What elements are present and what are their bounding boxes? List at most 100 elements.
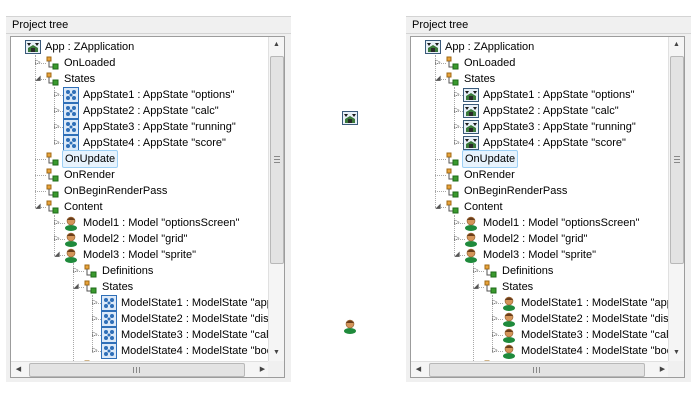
collapsed-arrow-icon[interactable]: ▷	[53, 107, 61, 115]
model-icon	[501, 343, 517, 359]
tree-node-label: Model1 : Model "optionsScreen"	[83, 217, 240, 229]
vertical-scrollbar[interactable]: ▲ ▼	[668, 37, 684, 361]
tree-node-label: OnRender	[64, 169, 115, 181]
expanded-arrow-icon[interactable]: ◢	[453, 251, 461, 259]
event-icon	[444, 55, 460, 71]
expanded-arrow-icon[interactable]: ◢	[34, 75, 42, 83]
horizontal-scrollbar[interactable]: ◀ ▶	[11, 361, 270, 377]
vertical-scrollbar[interactable]: ▲ ▼	[268, 37, 284, 361]
tree-node-label: ModelState3 : ModelState "calc'	[521, 329, 670, 341]
collapsed-arrow-icon[interactable]: ▷	[453, 123, 461, 131]
event-icon	[482, 263, 498, 279]
event-icon	[44, 167, 60, 183]
model-icon[interactable]	[342, 318, 358, 334]
collapsed-arrow-icon[interactable]: ▷	[53, 219, 61, 227]
scroll-left-icon[interactable]: ◀	[411, 362, 426, 377]
tree-node-label: AppState1 : AppState "options"	[83, 89, 235, 101]
expanded-arrow-icon[interactable]: ◢	[53, 251, 61, 259]
tree-node-label: Content	[64, 201, 103, 213]
event-icon	[444, 71, 460, 87]
tree-node-label: Content	[464, 201, 503, 213]
model-icon	[501, 295, 517, 311]
collapsed-arrow-icon[interactable]: ▷	[453, 107, 461, 115]
collapsed-arrow-icon[interactable]: ▷	[53, 123, 61, 131]
tree-node-label: Definitions	[502, 265, 554, 277]
collapsed-arrow-icon[interactable]: ▷	[434, 59, 442, 67]
collapsed-arrow-icon[interactable]: ▷	[453, 91, 461, 99]
model-icon	[463, 247, 479, 263]
scroll-down-icon[interactable]: ▼	[669, 345, 684, 361]
collapsed-arrow-icon[interactable]: ▷	[34, 59, 42, 67]
tree-frame: App : ZApplication ▷ OnLoaded ◢ States ▷ AppSt…	[10, 36, 285, 378]
event-icon	[444, 151, 460, 167]
tree-node-label: States	[502, 281, 534, 293]
scroll-thumb[interactable]	[270, 56, 284, 264]
collapsed-arrow-icon[interactable]: ▷	[91, 299, 99, 307]
collapsed-arrow-icon[interactable]: ▷	[91, 347, 99, 355]
collapsed-arrow-icon[interactable]: ▷	[453, 235, 461, 243]
expanded-arrow-icon[interactable]: ◢	[434, 203, 442, 211]
model-icon	[63, 215, 79, 231]
scroll-down-icon[interactable]: ▼	[269, 345, 284, 361]
app-icon	[463, 103, 479, 119]
collapsed-arrow-icon[interactable]: ▷	[72, 267, 80, 275]
tree-connector-line	[473, 263, 474, 361]
event-icon	[482, 279, 498, 295]
state-icon	[63, 103, 79, 119]
state-icon	[63, 87, 79, 103]
collapsed-arrow-icon[interactable]: ▷	[472, 267, 480, 275]
tree-node-label: AppState1 : AppState "options"	[483, 89, 635, 101]
collapsed-arrow-icon[interactable]: ▷	[453, 139, 461, 147]
model-icon	[463, 215, 479, 231]
tree-node-label: AppState4 : AppState "score"	[83, 137, 226, 149]
app-icon[interactable]	[342, 110, 358, 126]
collapsed-arrow-icon[interactable]: ▷	[53, 235, 61, 243]
scroll-up-icon[interactable]: ▲	[269, 37, 284, 53]
model-icon	[501, 327, 517, 343]
scroll-thumb-horizontal[interactable]	[29, 363, 245, 377]
expanded-arrow-icon[interactable]: ◢	[34, 203, 42, 211]
collapsed-arrow-icon[interactable]: ▷	[53, 139, 61, 147]
app-icon	[463, 87, 479, 103]
event-icon	[82, 263, 98, 279]
event-icon	[44, 183, 60, 199]
collapsed-arrow-icon[interactable]: ▷	[453, 219, 461, 227]
tree-node-label: OnLoaded	[64, 57, 116, 69]
collapsed-arrow-icon[interactable]: ▷	[491, 331, 499, 339]
expanded-arrow-icon[interactable]: ◢	[72, 283, 80, 291]
app-icon	[425, 39, 441, 55]
scroll-left-icon[interactable]: ◀	[11, 362, 26, 377]
scroll-corner	[668, 361, 684, 377]
tree-node-label: ModelState3 : ModelState "calc'	[121, 329, 270, 341]
scroll-thumb-horizontal[interactable]	[429, 363, 645, 377]
project-tree[interactable]: App : ZApplication ▷ OnLoaded ◢ States ▷ AppSt…	[11, 37, 270, 361]
collapsed-arrow-icon[interactable]: ▷	[91, 331, 99, 339]
state-icon	[101, 311, 117, 327]
model-icon	[63, 231, 79, 247]
scroll-thumb[interactable]	[670, 56, 684, 264]
collapsed-arrow-icon[interactable]: ▷	[91, 315, 99, 323]
collapsed-arrow-icon[interactable]: ▷	[491, 315, 499, 323]
collapsed-arrow-icon[interactable]: ▷	[53, 91, 61, 99]
event-icon	[444, 199, 460, 215]
tree-node-label: Model3 : Model "sprite"	[83, 249, 196, 261]
tree-node-label: OnLoaded	[464, 57, 516, 69]
project-tree[interactable]: App : ZApplication ▷ OnLoaded ◢ States ▷ AppSt…	[411, 37, 670, 361]
event-icon	[44, 151, 60, 167]
tree-node-label: States	[102, 281, 134, 293]
tree-node-label: OnUpdate	[462, 150, 519, 168]
expanded-arrow-icon[interactable]: ◢	[434, 75, 442, 83]
scroll-up-icon[interactable]: ▲	[669, 37, 684, 53]
tree-node-label: OnUpdate	[62, 150, 119, 168]
tree-connector-line	[73, 263, 74, 361]
tree-node-label: OnBeginRenderPass	[64, 185, 168, 197]
event-icon	[82, 279, 98, 295]
event-icon	[44, 199, 60, 215]
tree-node-label: AppState3 : AppState "running"	[483, 121, 636, 133]
collapsed-arrow-icon[interactable]: ▷	[491, 347, 499, 355]
collapsed-arrow-icon[interactable]: ▷	[491, 299, 499, 307]
tree-node-label: ModelState2 : ModelState "disap	[521, 313, 670, 325]
expanded-arrow-icon[interactable]: ◢	[472, 283, 480, 291]
horizontal-scrollbar[interactable]: ◀ ▶	[411, 361, 670, 377]
tree-node-label: Model1 : Model "optionsScreen"	[483, 217, 640, 229]
